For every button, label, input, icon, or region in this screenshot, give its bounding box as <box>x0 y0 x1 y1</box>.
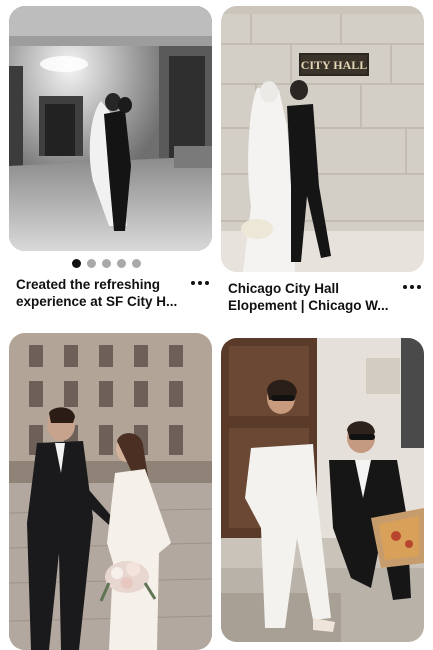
couple-steps-pizza-photo <box>221 338 424 642</box>
pin-title-line: Created the refreshing <box>16 277 161 292</box>
pin-title-line: Chicago City Hall <box>228 281 340 296</box>
carousel-dot[interactable] <box>87 259 96 268</box>
pin-title-1[interactable]: Created the refreshing experience at SF … <box>16 276 177 310</box>
pin-title-line: Elopement | Chicago W... <box>228 298 389 313</box>
more-horizontal-icon[interactable] <box>191 278 209 288</box>
pin-image-1[interactable] <box>9 6 212 251</box>
wedding-hallway-photo <box>9 6 212 251</box>
pin-title-2[interactable]: Chicago City Hall Elopement | Chicago W.… <box>228 280 389 314</box>
pin-image-2[interactable]: CITY HALL <box>221 6 424 272</box>
carousel-dots <box>72 259 141 268</box>
carousel-dot[interactable] <box>132 259 141 268</box>
carousel-dot[interactable] <box>117 259 126 268</box>
carousel-dot-active[interactable] <box>72 259 81 268</box>
city-hall-sign-text: CITY HALL <box>301 58 368 72</box>
pin-title-line: experience at SF City H... <box>16 294 178 309</box>
courtyard-couple-photo <box>9 333 212 650</box>
pin-image-3[interactable] <box>9 333 212 650</box>
carousel-dot[interactable] <box>102 259 111 268</box>
more-horizontal-icon[interactable] <box>403 282 421 292</box>
city-hall-walking-photo: CITY HALL <box>221 6 424 272</box>
pin-image-4[interactable] <box>221 338 424 642</box>
